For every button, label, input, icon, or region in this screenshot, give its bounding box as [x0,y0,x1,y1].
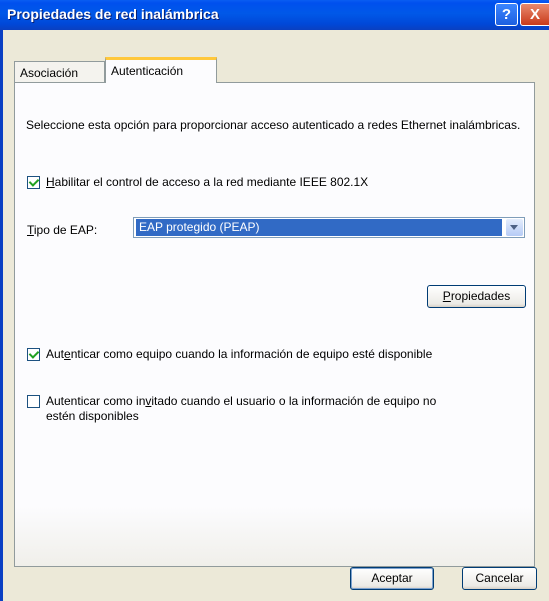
chevron-down-icon[interactable] [506,219,523,236]
eap-type-selected-value: EAP protegido (PEAP) [136,219,502,236]
tab-panel-autenticacion [14,82,535,567]
auth-computer-checkbox[interactable] [27,348,40,361]
close-icon: X [529,6,540,23]
properties-button[interactable]: Propiedades [427,285,526,308]
tab-asociacion[interactable]: Asociación [14,61,105,82]
eap-type-label: Tipo de EAP: [27,223,98,237]
enable-8021x-label: Habilitar el control de acceso a la red … [46,175,369,189]
window-title: Propiedades de red inalámbrica [7,6,219,22]
help-icon: ? [501,6,512,23]
help-button[interactable]: ? [495,3,518,26]
close-button[interactable]: X [520,3,549,26]
ok-button[interactable]: Aceptar [350,567,434,590]
tab-autenticacion-label: Autenticación [111,64,184,78]
tab-asociacion-label: Asociación [20,66,79,80]
auth-guest-checkbox[interactable] [27,395,40,408]
title-bar[interactable]: Propiedades de red inalámbrica ? X [0,0,549,30]
eap-type-select[interactable]: EAP protegido (PEAP) [133,217,525,238]
description-text: Seleccione esta opción para proporcionar… [26,118,521,132]
enable-8021x-checkbox[interactable] [27,176,40,189]
auth-computer-label: Autenticar como equipo cuando la informa… [46,347,433,361]
auth-guest-label: Autenticar como invitado cuando el usuar… [46,394,437,423]
cancel-button[interactable]: Cancelar [462,567,537,590]
tab-autenticacion[interactable]: Autenticación [105,57,217,83]
panel-gradient [15,506,534,566]
